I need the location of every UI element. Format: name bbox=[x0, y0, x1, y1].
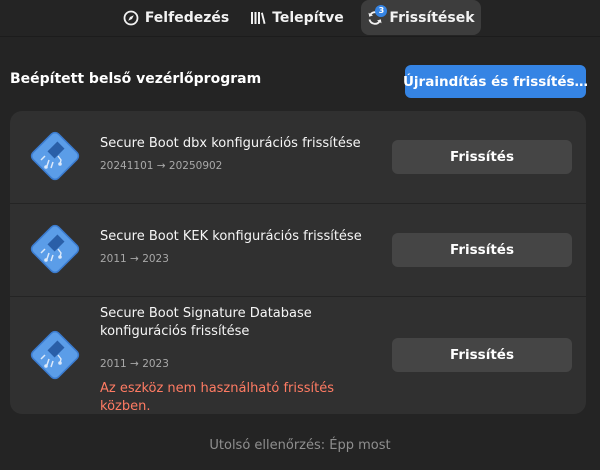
update-button[interactable]: Frissítés bbox=[392, 233, 572, 267]
tab-installed[interactable]: Telepítve bbox=[248, 0, 346, 35]
compass-icon bbox=[123, 10, 139, 26]
restart-and-update-button[interactable]: Újraindítás és frissítés… bbox=[403, 65, 588, 98]
firmware-chip-icon bbox=[25, 219, 85, 279]
view-switcher: Felfedezés Telepítve 3 Frissítések bbox=[0, 0, 600, 36]
tab-installed-label: Telepítve bbox=[272, 9, 344, 26]
list-item: Secure Boot dbx konfigurációs frissítése… bbox=[10, 111, 586, 203]
firmware-update-list: Secure Boot dbx konfigurációs frissítése… bbox=[10, 111, 586, 414]
item-version: 2011 → 2023 bbox=[100, 253, 169, 265]
tab-updates-label: Frissítések bbox=[389, 9, 475, 26]
item-title: Secure Boot Signature Database konfigurá… bbox=[100, 306, 312, 339]
header-divider bbox=[0, 36, 600, 37]
updates-count-badge: 3 bbox=[375, 4, 388, 17]
firmware-chip-icon bbox=[25, 325, 85, 385]
update-button[interactable]: Frissítés bbox=[392, 338, 572, 372]
list-item: Secure Boot Signature Database konfigurá… bbox=[10, 297, 586, 414]
last-checked-status: Utolsó ellenőrzés: Épp most bbox=[209, 438, 391, 453]
library-icon bbox=[250, 10, 266, 26]
tab-discover-label: Felfedezés bbox=[144, 9, 230, 26]
item-title: Secure Boot KEK konfigurációs frissítése bbox=[100, 229, 362, 244]
item-version: 2011 → 2023 bbox=[100, 358, 169, 370]
tab-updates[interactable]: 3 Frissítések bbox=[361, 0, 481, 35]
item-title: Secure Boot dbx konfigurációs frissítése bbox=[100, 136, 361, 151]
tab-discover[interactable]: Felfedezés bbox=[123, 0, 230, 35]
update-button[interactable]: Frissítés bbox=[392, 140, 572, 174]
item-version: 20241101 → 20250902 bbox=[100, 160, 223, 172]
list-item: Secure Boot KEK konfigurációs frissítése… bbox=[10, 204, 586, 296]
item-warning: Az eszköz nem használható frissítés közb… bbox=[100, 381, 335, 414]
section-title: Beépített belső vezérlőprogram bbox=[10, 71, 262, 87]
refresh-icon: 3 bbox=[367, 4, 388, 26]
firmware-chip-icon bbox=[25, 126, 85, 186]
